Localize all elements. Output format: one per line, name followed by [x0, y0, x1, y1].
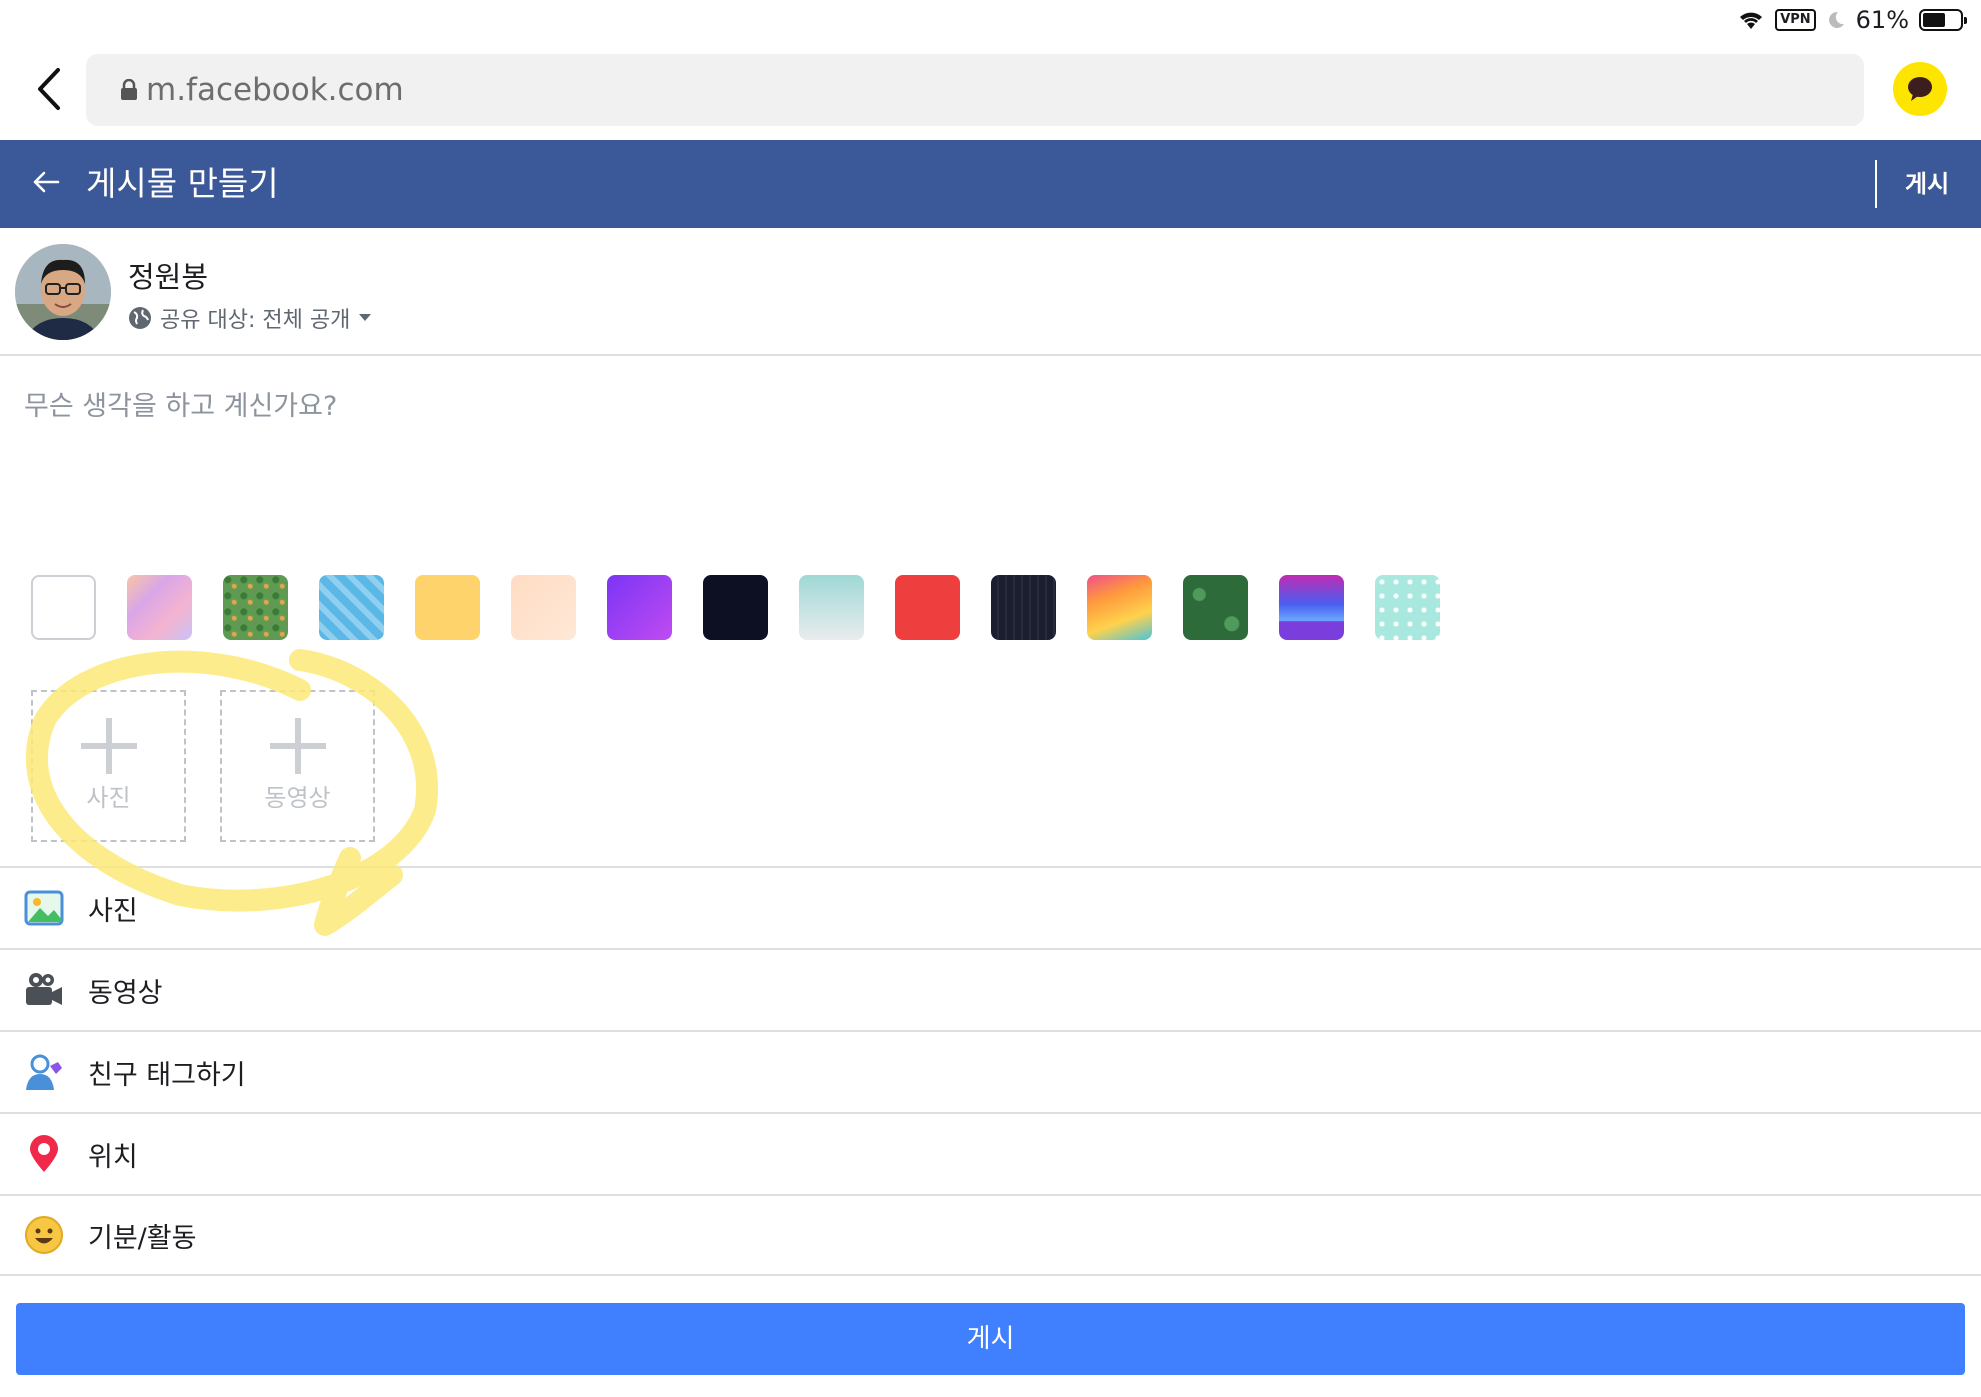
background-swatch-night[interactable]: [703, 575, 768, 640]
background-swatch-peach[interactable]: [511, 575, 576, 640]
audience-label: 공유 대상: 전체 공개: [160, 308, 351, 333]
background-swatch-green[interactable]: [1183, 575, 1248, 640]
option-tag-friends-label: 친구 태그하기: [88, 1059, 246, 1091]
back-arrow-icon[interactable]: [30, 166, 62, 198]
background-swatch-dark[interactable]: [991, 575, 1056, 640]
battery-percentage: 61%: [1855, 6, 1909, 34]
browser-back-icon[interactable]: [30, 64, 70, 114]
option-feeling[interactable]: 기분/활동: [0, 1194, 1981, 1276]
vpn-badge: VPN: [1775, 9, 1816, 31]
background-swatch-waves[interactable]: [319, 575, 384, 640]
option-location[interactable]: 위치: [0, 1112, 1981, 1194]
smiley-icon: [25, 1216, 63, 1254]
option-feeling-label: 기분/활동: [88, 1222, 197, 1254]
status-bar: VPN 61%: [1737, 0, 1981, 40]
browser-bar: m.facebook.com: [0, 40, 1981, 140]
post-options-list: 사진 동영상 친구 태그하기 위치 기분/활동: [0, 866, 1981, 1276]
plus-icon: [269, 718, 326, 774]
globe-icon: [129, 307, 151, 329]
plus-icon: [80, 718, 137, 774]
background-swatch-yellow[interactable]: [415, 575, 480, 640]
video-camera-icon: [26, 973, 62, 1005]
add-video-box[interactable]: 동영상: [220, 690, 375, 842]
page-title: 게시물 만들기: [86, 164, 279, 203]
option-video-label: 동영상: [88, 977, 163, 1009]
option-video[interactable]: 동영상: [0, 948, 1981, 1030]
option-photo[interactable]: 사진: [0, 866, 1981, 948]
background-swatch-plain[interactable]: [31, 575, 96, 640]
composer-header-bar: 게시물 만들기 게시: [0, 140, 1981, 228]
lock-icon: [121, 79, 137, 100]
option-photo-label: 사진: [88, 895, 138, 927]
url-bar[interactable]: m.facebook.com: [86, 54, 1864, 126]
audience-selector[interactable]: 공유 대상: 전체 공개: [128, 302, 372, 334]
option-location-label: 위치: [88, 1141, 138, 1173]
tag-friends-icon: [26, 1054, 62, 1090]
background-swatch-purple[interactable]: [607, 575, 672, 640]
location-pin-icon: [30, 1135, 58, 1172]
background-swatch-pastel[interactable]: [127, 575, 192, 640]
add-video-label: 동영상: [264, 784, 331, 812]
user-name: 정원봉: [128, 260, 209, 294]
post-text-input[interactable]: 무슨 생각을 하고 계신가요?: [24, 384, 337, 423]
photo-icon: [24, 890, 64, 926]
header-post-button[interactable]: 게시: [1905, 140, 1949, 228]
background-swatch-mint[interactable]: [799, 575, 864, 640]
add-photo-label: 사진: [86, 784, 131, 812]
composer-user-section: 정원봉 공유 대상: 전체 공개: [0, 228, 1981, 356]
background-picker: [31, 575, 1440, 640]
avatar-image: [15, 244, 111, 340]
header-divider: [1875, 160, 1877, 208]
caret-down-icon: [359, 314, 372, 321]
kakao-talk-button[interactable]: [1893, 62, 1947, 116]
background-swatch-red[interactable]: [895, 575, 960, 640]
background-swatch-cactus[interactable]: [223, 575, 288, 640]
option-tag-friends[interactable]: 친구 태그하기: [0, 1030, 1981, 1112]
battery-icon: [1919, 9, 1967, 31]
add-photo-box[interactable]: 사진: [31, 690, 186, 842]
background-swatch-sunset[interactable]: [1087, 575, 1152, 640]
background-swatch-gradient[interactable]: [1279, 575, 1344, 640]
wifi-icon: [1740, 12, 1763, 29]
post-button[interactable]: 게시: [16, 1303, 1965, 1375]
background-swatch-aqua[interactable]: [1375, 575, 1440, 640]
moon-icon: [1828, 11, 1844, 28]
chat-bubble-icon: [1908, 77, 1932, 101]
url-text: m.facebook.com: [146, 72, 404, 108]
avatar[interactable]: [15, 244, 111, 340]
